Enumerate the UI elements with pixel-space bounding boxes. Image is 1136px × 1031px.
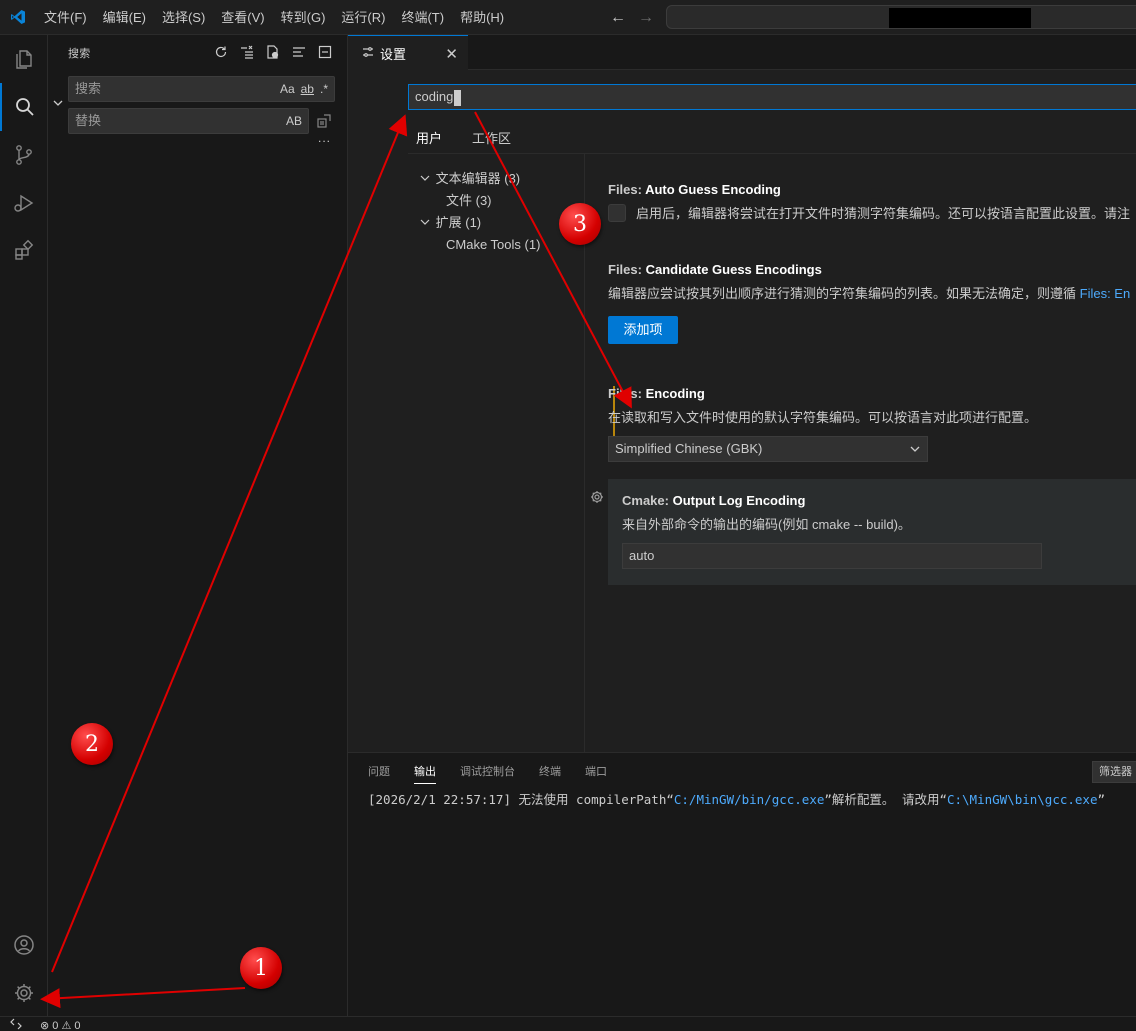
search-sidebar: 搜索 搜索 Aa ab .* 替换 AB ... bbox=[48, 35, 348, 1016]
problems-count[interactable]: ⊗ 0 ⚠ 0 bbox=[40, 1019, 80, 1031]
menu-edit[interactable]: 编辑(E) bbox=[95, 0, 154, 35]
menu-go[interactable]: 转到(G) bbox=[273, 0, 334, 35]
close-tab-icon[interactable]: ✕ bbox=[445, 45, 458, 63]
more-options[interactable]: ... bbox=[318, 131, 331, 145]
clear-results-icon[interactable] bbox=[238, 43, 256, 61]
setting-description: 编辑器应尝试按其列出顺序进行猜测的字符集编码的列表。如果无法确定，则遵循 Fil… bbox=[608, 286, 1131, 301]
tab-settings[interactable]: 设置 ✕ bbox=[348, 35, 468, 70]
menu-run[interactable]: 运行(R) bbox=[333, 0, 393, 35]
tab-ports[interactable]: 端口 bbox=[585, 763, 607, 784]
tab-terminal[interactable]: 终端 bbox=[539, 763, 561, 784]
status-bar: ⊗ 0 ⚠ 0 bbox=[0, 1016, 1136, 1031]
output-log-encoding-input[interactable]: auto bbox=[622, 543, 1042, 569]
setting-description: 启用后，编辑器将尝试在打开文件时猜测字符集编码。还可以按语言配置此设置。请注 bbox=[636, 206, 1131, 221]
setting-gear-icon[interactable] bbox=[590, 490, 604, 507]
remote-indicator-icon[interactable] bbox=[10, 1018, 22, 1031]
settings-search-value: coding bbox=[415, 89, 454, 104]
toc-item-extensions[interactable]: 扩展 (1) bbox=[420, 212, 540, 234]
tab-problems[interactable]: 问题 bbox=[368, 763, 390, 784]
tab-label: 设置 bbox=[380, 46, 407, 62]
files-encoding-link[interactable]: Files: En bbox=[1080, 286, 1131, 301]
add-item-button[interactable]: 添加项 bbox=[608, 316, 678, 344]
forward-arrow-icon[interactable]: → bbox=[638, 9, 654, 27]
settings-editor: coding 用户 工作区 文本编辑器 (3) 文件 (3) 扩展 (1) CM… bbox=[348, 70, 1136, 752]
tab-workspace[interactable]: 工作区 bbox=[464, 120, 519, 154]
new-search-editor-icon[interactable] bbox=[264, 43, 282, 61]
manage-gear-icon[interactable] bbox=[0, 969, 48, 1017]
regex-toggle[interactable]: .* bbox=[320, 77, 328, 101]
toc-item-text-editor[interactable]: 文本编辑器 (3) bbox=[420, 168, 540, 190]
search-input[interactable]: 搜索 Aa ab .* bbox=[68, 76, 335, 102]
extensions-icon[interactable] bbox=[0, 227, 48, 275]
back-arrow-icon[interactable]: ← bbox=[610, 9, 626, 27]
toc-item-files[interactable]: 文件 (3) bbox=[420, 190, 540, 212]
annotation-badge-2: 2 bbox=[71, 723, 113, 765]
replace-all-icon[interactable] bbox=[316, 113, 332, 132]
explorer-icon[interactable] bbox=[0, 35, 48, 83]
whole-word-toggle[interactable]: ab bbox=[301, 77, 314, 101]
vscode-logo-icon bbox=[0, 0, 36, 35]
settings-search-input[interactable]: coding bbox=[408, 84, 1136, 110]
tab-output[interactable]: 输出 bbox=[414, 763, 436, 784]
menu-selection[interactable]: 选择(S) bbox=[154, 0, 213, 35]
tab-user[interactable]: 用户 bbox=[408, 120, 451, 154]
auto-guess-encoding-checkbox[interactable] bbox=[608, 203, 626, 222]
activity-bar bbox=[0, 35, 48, 1016]
menu-help[interactable]: 帮助(H) bbox=[452, 0, 512, 35]
chevron-down-icon bbox=[909, 437, 921, 469]
account-icon[interactable] bbox=[0, 921, 48, 969]
annotation-badge-1: 1 bbox=[240, 947, 282, 989]
collapse-all-icon[interactable] bbox=[316, 43, 334, 61]
settings-tab-icon bbox=[362, 46, 374, 61]
setting-description: 在读取和写入文件时使用的默认字符集编码。可以按语言对此项进行配置。 bbox=[608, 410, 1038, 425]
menu-terminal[interactable]: 终端(T) bbox=[393, 0, 452, 35]
sidebar-title: 搜索 bbox=[68, 48, 91, 60]
command-center[interactable] bbox=[666, 5, 1136, 29]
menu-file[interactable]: 文件(F) bbox=[36, 0, 95, 35]
setting-description: 来自外部命令的输出的编码(例如 cmake -- build)。 bbox=[622, 517, 911, 532]
menu-view[interactable]: 查看(V) bbox=[213, 0, 272, 35]
match-case-toggle[interactable]: Aa bbox=[280, 77, 295, 101]
annotation-badge-3: 3 bbox=[559, 203, 601, 245]
setting-cmake-output-log-encoding: Cmake: Output Log Encoding 来自外部命令的输出的编码(… bbox=[622, 493, 1136, 569]
setting-auto-guess-encoding: Files: Auto Guess Encoding 启用后，编辑器将尝试在打开… bbox=[608, 182, 1131, 222]
bottom-panel: 问题 输出 调试控制台 终端 端口 筛选器 [2026/2/1 22:57:17… bbox=[348, 752, 1136, 1016]
toc-item-cmake-tools[interactable]: CMake Tools (1) bbox=[420, 234, 540, 256]
search-input-placeholder: 搜索 bbox=[75, 81, 102, 96]
title-bar: 文件(F) 编辑(E) 选择(S) 查看(V) 转到(G) 运行(R) 终端(T… bbox=[0, 0, 1136, 35]
filter-input[interactable]: 筛选器 bbox=[1092, 761, 1136, 783]
output-log-line: [2026/2/1 22:57:17] 无法使用 compilerPath“C:… bbox=[368, 792, 1106, 807]
editor-tab-bar: 设置 ✕ bbox=[348, 35, 1136, 70]
tab-debug-console[interactable]: 调试控制台 bbox=[460, 763, 515, 784]
replace-input[interactable]: 替换 AB bbox=[68, 108, 309, 134]
redacted-title bbox=[889, 8, 1031, 28]
setting-candidate-guess-encodings: Files: Candidate Guess Encodings 编辑器应尝试按… bbox=[608, 262, 1136, 344]
settings-toc: 文本编辑器 (3) 文件 (3) 扩展 (1) CMake Tools (1) bbox=[420, 168, 540, 256]
chevron-down-icon bbox=[420, 212, 432, 234]
toggle-replace-chevron-icon[interactable] bbox=[52, 97, 64, 112]
view-as-tree-icon[interactable] bbox=[290, 43, 308, 61]
run-debug-icon[interactable] bbox=[0, 179, 48, 227]
preserve-case-toggle[interactable]: AB bbox=[286, 109, 302, 133]
chevron-down-icon bbox=[420, 168, 432, 190]
encoding-select-value: Simplified Chinese (GBK) bbox=[615, 441, 763, 456]
encoding-select[interactable]: Simplified Chinese (GBK) bbox=[608, 436, 928, 462]
search-icon[interactable] bbox=[0, 83, 48, 131]
replace-input-placeholder: 替换 bbox=[75, 113, 102, 128]
source-control-icon[interactable] bbox=[0, 131, 48, 179]
refresh-icon[interactable] bbox=[212, 43, 230, 61]
setting-files-encoding: Files: Encoding 在读取和写入文件时使用的默认字符集编码。可以按语… bbox=[608, 386, 1136, 462]
